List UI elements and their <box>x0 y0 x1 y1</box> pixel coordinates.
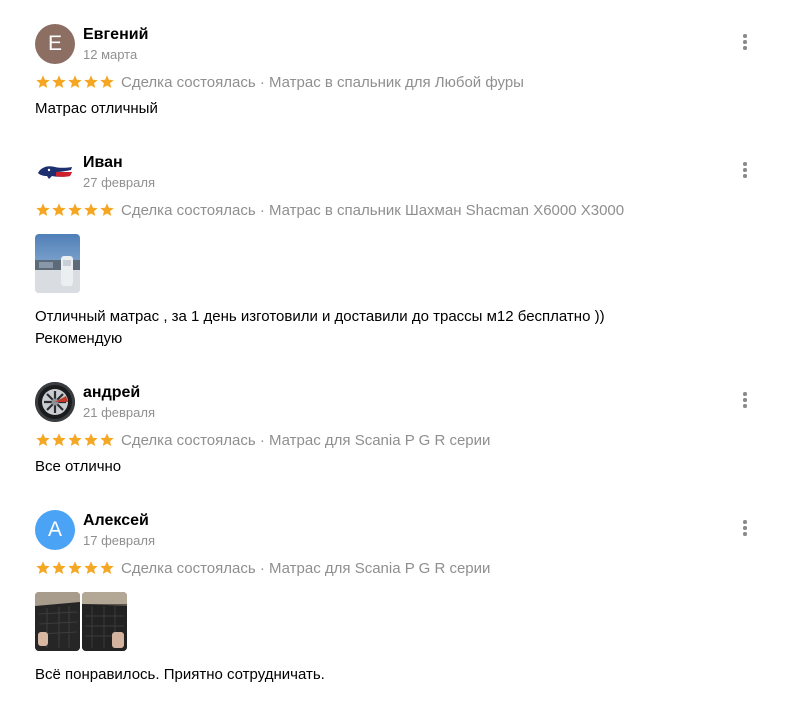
star-icon <box>100 203 114 216</box>
avatar-letter: Е <box>47 32 62 55</box>
avatar[interactable]: Е <box>35 24 75 64</box>
review-date: 21 февраля <box>83 405 155 420</box>
rating-line: Сделка состоялась · Матрас в спальник дл… <box>35 72 524 92</box>
review-text-line: Отличный матрас , за 1 день изготовили и… <box>35 308 605 325</box>
rating-line: Сделка состоялась · Матрас в спальник Ша… <box>35 200 624 220</box>
star-rating <box>35 202 115 218</box>
star-rating <box>35 560 115 576</box>
star-icon <box>52 75 66 88</box>
review-text: Все отлично <box>35 456 121 478</box>
star-icon <box>52 203 66 216</box>
star-icon <box>100 561 114 574</box>
mattress-photo-icon <box>82 592 127 651</box>
star-icon <box>100 75 114 88</box>
star-icon <box>52 561 66 574</box>
review-date: 12 марта <box>83 47 138 62</box>
reviewer-name[interactable]: Иван <box>83 154 123 172</box>
review-text: Отличный матрас , за 1 день изготовили и… <box>35 306 605 350</box>
avatar[interactable] <box>35 152 75 192</box>
review-text-line: Матрас отличный <box>35 100 158 117</box>
star-icon <box>68 203 82 216</box>
star-icon <box>68 433 82 446</box>
more-options-icon[interactable] <box>735 30 755 54</box>
review-text-line: Все отлично <box>35 458 122 475</box>
avatar-letter: А <box>47 518 62 541</box>
review-date: 27 февраля <box>83 175 155 190</box>
star-icon <box>68 75 82 88</box>
deal-info: Сделка состоялась · Матрас для Scania P … <box>121 559 491 577</box>
deal-info: Сделка состоялась · Матрас для Scania P … <box>121 431 491 449</box>
avatar[interactable] <box>35 382 75 422</box>
deal-info: Сделка состоялась · Матрас в спальник Ша… <box>121 201 625 219</box>
review-text: Всё понравилось. Приятно сотрудничать. <box>35 664 325 686</box>
deal-info: Сделка состоялась · Матрас в спальник дл… <box>121 73 524 91</box>
more-options-icon[interactable] <box>735 388 755 412</box>
car-wheel-rim-icon <box>35 382 75 422</box>
mattress-photo-icon <box>35 592 80 651</box>
star-rating <box>35 74 115 90</box>
star-icon <box>84 561 98 574</box>
review-photo[interactable] <box>35 234 80 293</box>
star-icon <box>84 203 98 216</box>
winter-truck-photo-icon <box>35 234 80 293</box>
star-icon <box>100 433 114 446</box>
review-photo[interactable] <box>35 592 80 651</box>
reviewer-name[interactable]: Алексей <box>83 512 149 530</box>
reviewer-name[interactable]: андрей <box>83 384 140 402</box>
star-icon <box>36 203 50 216</box>
review-text: Матрас отличный <box>35 98 158 120</box>
review-photo[interactable] <box>82 592 127 651</box>
more-options-icon[interactable] <box>735 516 755 540</box>
avatar[interactable]: А <box>35 510 75 550</box>
review-text-line: Рекомендую <box>35 330 123 347</box>
more-options-icon[interactable] <box>735 158 755 182</box>
star-icon <box>36 433 50 446</box>
star-rating <box>35 432 115 448</box>
reviewer-name[interactable]: Евгений <box>83 26 148 44</box>
star-icon <box>84 433 98 446</box>
lacoste-crocodile-logo-icon <box>38 166 72 179</box>
rating-line: Сделка состоялась · Матрас для Scania P … <box>35 558 490 578</box>
review-date: 17 февраля <box>83 533 155 548</box>
star-icon <box>84 75 98 88</box>
star-icon <box>68 561 82 574</box>
star-icon <box>36 75 50 88</box>
star-icon <box>52 433 66 446</box>
star-icon <box>36 561 50 574</box>
review-text-line: Всё понравилось. Приятно сотрудничать. <box>35 666 325 683</box>
rating-line: Сделка состоялась · Матрас для Scania P … <box>35 430 490 450</box>
